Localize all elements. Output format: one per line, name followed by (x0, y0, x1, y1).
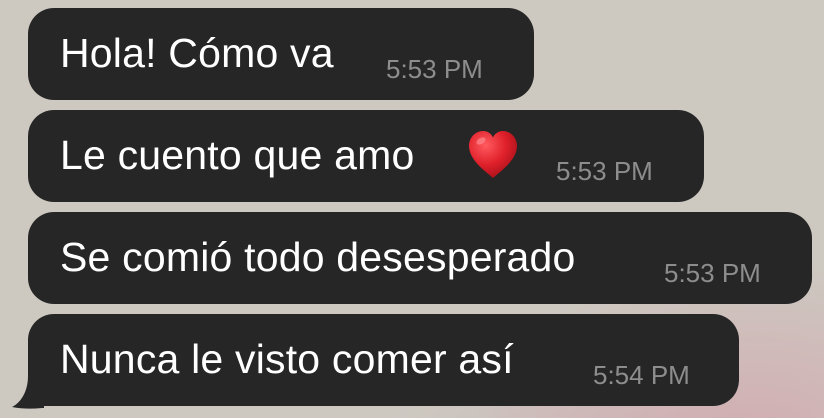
heart-emoji-icon (469, 131, 517, 178)
message-bubble[interactable]: Le cuento que amo 5:53 PM (28, 110, 704, 202)
message-timestamp: 5:53 PM (556, 156, 653, 186)
message-bubble[interactable]: Hola! Cómo va 5:53 PM (28, 8, 534, 100)
message-bubble[interactable]: Nunca le visto comer así 5:54 PM (28, 314, 739, 406)
bubble-tail-icon (12, 376, 44, 409)
message-text: Le cuento que amo (60, 132, 415, 178)
message-timestamp: 5:53 PM (664, 258, 761, 288)
message-text: Se comió todo desesperado (60, 234, 576, 280)
message-bubble[interactable]: Se comió todo desesperado 5:53 PM (28, 212, 812, 304)
message-timestamp: 5:54 PM (593, 360, 690, 390)
message-timestamp: 5:53 PM (386, 54, 483, 84)
message-text: Hola! Cómo va (60, 30, 334, 76)
message-text: Nunca le visto comer así (60, 336, 514, 382)
chat-thread: Hola! Cómo va 5:53 PM Le cuento que amo … (0, 0, 824, 418)
